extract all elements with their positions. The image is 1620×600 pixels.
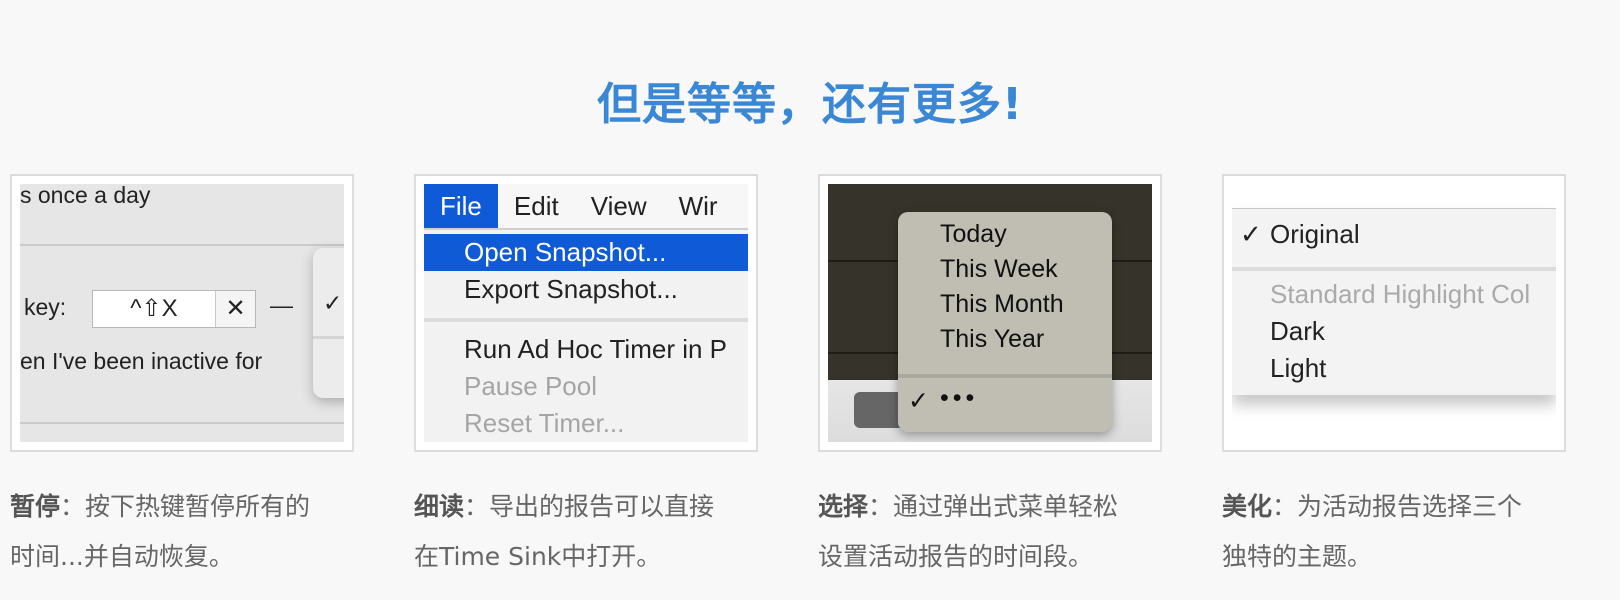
feature-name: 美化 bbox=[1222, 492, 1273, 521]
caption-beautify: 美化：为活动报告选择三个 独特的主题。 bbox=[1222, 492, 1523, 571]
feature-card-peruse: File Edit View Wir Open Snapshot... Expo… bbox=[414, 174, 758, 452]
connector-dash: — bbox=[270, 292, 293, 318]
hotkey-value: ^⇧X bbox=[93, 291, 216, 327]
menu-window[interactable]: Wir bbox=[663, 184, 734, 228]
caption-pause: 暂停：按下热键暂停所有的 时间...并自动恢复。 bbox=[10, 492, 311, 571]
period-option-this-month[interactable]: This Month bbox=[940, 290, 1064, 319]
file-menu-screenshot: File Edit View Wir Open Snapshot... Expo… bbox=[424, 184, 748, 442]
menu-item-reset-timer: Reset Timer... bbox=[464, 408, 625, 438]
menu-edit[interactable]: Edit bbox=[498, 184, 575, 228]
feature-name: 选择 bbox=[818, 492, 869, 521]
popup-separator bbox=[898, 374, 1112, 378]
feature-name: 细读 bbox=[414, 492, 465, 521]
popup-separator bbox=[313, 336, 344, 339]
menu-item-open-snapshot[interactable]: Open Snapshot... bbox=[424, 234, 748, 271]
menu-item-pause-pool: Pause Pool bbox=[464, 371, 597, 401]
clear-hotkey-icon[interactable]: ✕ bbox=[216, 291, 255, 327]
menu-file[interactable]: File bbox=[424, 184, 498, 228]
pause-screenshot: s once a day key: ^⇧X ✕ — en I've been i… bbox=[20, 184, 344, 442]
theme-menu-screenshot: ✓ Original Standard Highlight Col Dark L… bbox=[1232, 184, 1556, 442]
menu-separator bbox=[424, 318, 748, 322]
menu-bar: File Edit View Wir bbox=[424, 184, 748, 230]
caption-select: 选择：通过弹出式菜单轻松 设置活动报告的时间段。 bbox=[818, 492, 1119, 571]
period-popup-screenshot: Today This Week This Month This Year ✓ •… bbox=[828, 184, 1152, 442]
menu-item-export-snapshot[interactable]: Export Snapshot... bbox=[424, 271, 748, 308]
feature-desc: 时间...并自动恢复。 bbox=[10, 542, 234, 571]
feature-desc: 导出的报告可以直接 bbox=[489, 492, 715, 521]
feature-desc: 在Time Sink中打开。 bbox=[414, 542, 662, 571]
check-icon: ✓ bbox=[1240, 219, 1262, 249]
divider bbox=[20, 244, 344, 246]
inactive-text: en I've been inactive for bbox=[20, 348, 263, 374]
theme-option-light[interactable]: Light bbox=[1270, 353, 1326, 384]
period-popup-menu[interactable]: Today This Week This Month This Year ✓ •… bbox=[898, 212, 1112, 432]
feature-desc: 通过弹出式菜单轻松 bbox=[893, 492, 1119, 521]
feature-desc: 独特的主题。 bbox=[1222, 542, 1373, 571]
check-icon: ✓ bbox=[323, 290, 343, 316]
period-option-this-year[interactable]: This Year bbox=[940, 325, 1044, 354]
frequency-text: s once a day bbox=[20, 184, 151, 208]
period-option-today[interactable]: Today bbox=[940, 220, 1007, 249]
popup-menu[interactable]: V ✓ T A bbox=[313, 248, 344, 398]
section-heading: 但是等等，还有更多! bbox=[596, 79, 1024, 130]
divider bbox=[20, 422, 344, 424]
theme-menu[interactable]: ✓ Original Standard Highlight Col Dark L… bbox=[1232, 208, 1556, 395]
period-option-custom[interactable]: ••• bbox=[940, 384, 978, 413]
feature-desc: 按下热键暂停所有的 bbox=[85, 492, 311, 521]
menu-section-label: Standard Highlight Col bbox=[1270, 279, 1531, 309]
menu-separator bbox=[1232, 267, 1556, 271]
menu-item-run-ad-hoc-timer[interactable]: Run Ad Hoc Timer in P bbox=[424, 331, 748, 368]
caption-peruse: 细读：导出的报告可以直接 在Time Sink中打开。 bbox=[414, 492, 715, 571]
period-option-this-week[interactable]: This Week bbox=[940, 255, 1058, 284]
theme-option-original[interactable]: Original bbox=[1270, 219, 1360, 250]
hotkey-label: key: bbox=[24, 294, 67, 320]
feature-card-pause: s once a day key: ^⇧X ✕ — en I've been i… bbox=[10, 174, 354, 452]
feature-desc: 设置活动报告的时间段。 bbox=[818, 542, 1094, 571]
feature-card-beautify: ✓ Original Standard Highlight Col Dark L… bbox=[1222, 174, 1566, 452]
feature-name: 暂停 bbox=[10, 492, 61, 521]
hotkey-field[interactable]: ^⇧X ✕ bbox=[92, 290, 256, 328]
check-icon: ✓ bbox=[908, 387, 929, 415]
menu-view[interactable]: View bbox=[575, 184, 663, 228]
feature-card-select: Today This Week This Month This Year ✓ •… bbox=[818, 174, 1162, 452]
feature-desc: 为活动报告选择三个 bbox=[1297, 492, 1523, 521]
theme-option-dark[interactable]: Dark bbox=[1270, 316, 1325, 347]
